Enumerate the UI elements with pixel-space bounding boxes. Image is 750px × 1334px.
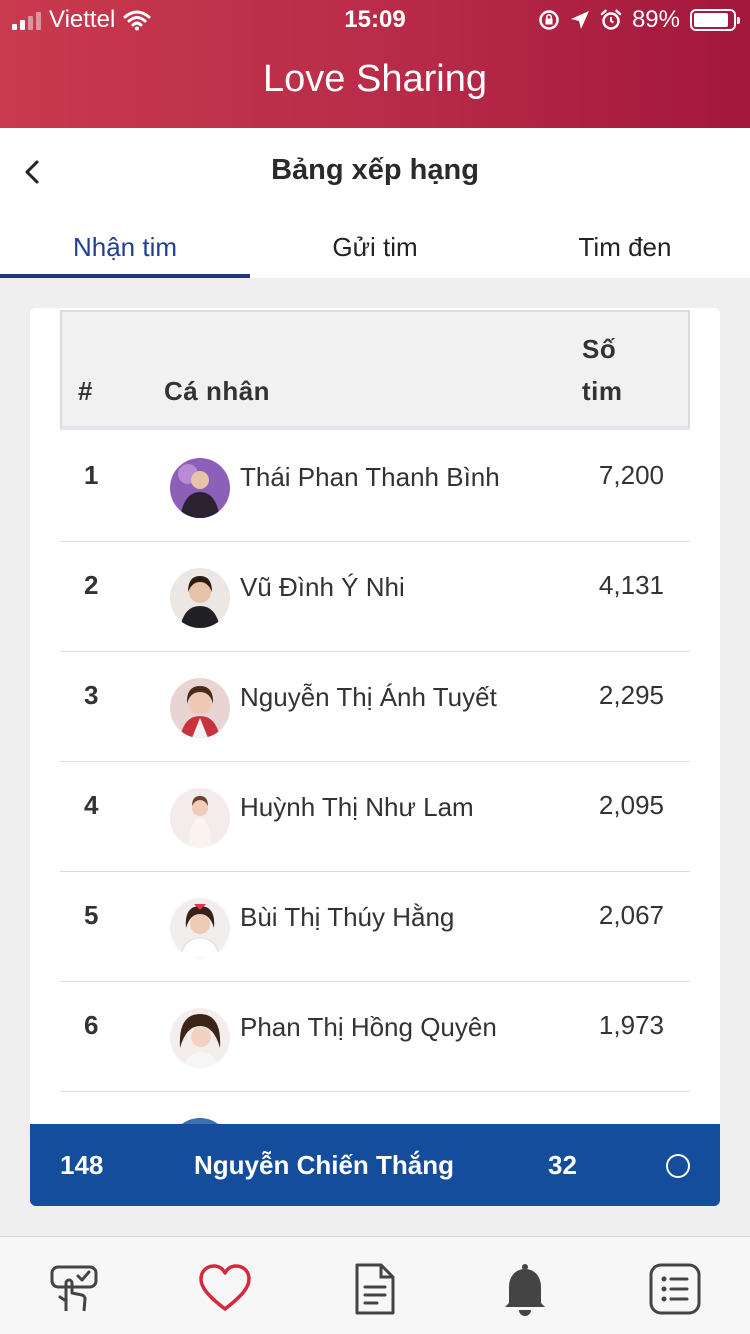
- tap-check-icon[interactable]: [48, 1261, 104, 1317]
- battery-icon: [690, 9, 740, 31]
- current-user-bar[interactable]: 148 Nguyễn Chiến Thắng 32: [30, 1124, 720, 1206]
- page-header: Bảng xếp hạng Nhận tim Gửi tim Tim đen: [0, 128, 750, 278]
- table-row[interactable]: 3 Nguyễn Thị Ánh Tuyết 2,295: [60, 652, 690, 762]
- rank-column-header: #: [78, 376, 93, 406]
- avatar: [170, 1008, 230, 1068]
- rank-number: 4: [84, 790, 99, 820]
- status-bar: Viettel 15:09 89%: [0, 0, 750, 40]
- document-icon[interactable]: [347, 1261, 403, 1317]
- rank-number: 3: [84, 680, 99, 710]
- table-row[interactable]: 5 Bùi Thị Thúy Hằng 2,067: [60, 872, 690, 982]
- current-user-score: 32: [548, 1150, 577, 1180]
- rank-number: 2: [84, 570, 99, 600]
- person-name: Nguyễn Thị Ánh Tuyết: [240, 682, 497, 712]
- list-icon[interactable]: [647, 1261, 703, 1317]
- leaderboard-card: # Cá nhân Số tim 1 Thái Phan Thanh Bình …: [30, 308, 720, 1206]
- current-user-name: Nguyễn Chiến Thắng: [194, 1150, 454, 1180]
- page-title: Bảng xếp hạng: [271, 154, 479, 186]
- heart-count: 4,131: [598, 570, 664, 600]
- rank-number: 1: [84, 460, 99, 490]
- app-header: Viettel 15:09 89% Love Sharing: [0, 0, 750, 128]
- score-column-header-line1: Số: [582, 334, 617, 364]
- location-icon: [570, 11, 589, 29]
- person-name: Huỳnh Thị Như Lam: [240, 792, 474, 822]
- app-title: Love Sharing: [263, 58, 487, 100]
- avatar: [170, 568, 230, 628]
- current-user-rank: 148: [60, 1150, 104, 1180]
- heart-icon[interactable]: [197, 1261, 253, 1317]
- tab-nhan-tim[interactable]: Nhận tim: [0, 216, 250, 278]
- leaderboard-list: 1 Thái Phan Thanh Bình 7,200 2 Vũ Đình Ý…: [60, 432, 690, 1202]
- table-row[interactable]: 2 Vũ Đình Ý Nhi 4,131: [60, 542, 690, 652]
- table-header: # Cá nhân Số tim: [60, 310, 690, 430]
- person-name: Thái Phan Thanh Bình: [240, 462, 500, 492]
- rotation-lock-icon: [539, 10, 559, 30]
- tab-gui-tim[interactable]: Gửi tim: [250, 216, 500, 278]
- person-column-header: Cá nhân: [164, 376, 271, 406]
- rank-number: 6: [84, 1010, 99, 1040]
- avatar: [170, 458, 230, 518]
- table-row[interactable]: 1 Thái Phan Thanh Bình 7,200: [60, 432, 690, 542]
- bell-icon[interactable]: [497, 1261, 553, 1317]
- heart-count: 2,095: [598, 790, 664, 820]
- tab-bar: Nhận tim Gửi tim Tim đen: [0, 216, 750, 278]
- table-row[interactable]: 6 Phan Thị Hồng Quyên 1,973: [60, 982, 690, 1092]
- heart-count: 1,973: [598, 1010, 664, 1040]
- person-name: Bùi Thị Thúy Hằng: [240, 902, 455, 932]
- heart-count: 2,067: [598, 900, 664, 930]
- heart-count: 2,295: [598, 680, 664, 710]
- rank-number: 5: [84, 900, 99, 930]
- table-row[interactable]: 4 Huỳnh Thị Như Lam 2,095: [60, 762, 690, 872]
- score-column-header-line2: tim: [582, 376, 623, 406]
- avatar: [170, 788, 230, 848]
- battery-percent: 89%: [631, 6, 680, 33]
- person-name: Phan Thị Hồng Quyên: [240, 1012, 497, 1042]
- bottom-nav: [0, 1236, 750, 1334]
- avatar: [170, 678, 230, 738]
- circle-icon: [666, 1154, 690, 1178]
- avatar: [170, 898, 230, 958]
- heart-count: 7,200: [598, 460, 664, 490]
- person-name: Vũ Đình Ý Nhi: [240, 572, 405, 602]
- tab-tim-den[interactable]: Tim đen: [500, 216, 750, 278]
- alarm-icon: [600, 9, 622, 30]
